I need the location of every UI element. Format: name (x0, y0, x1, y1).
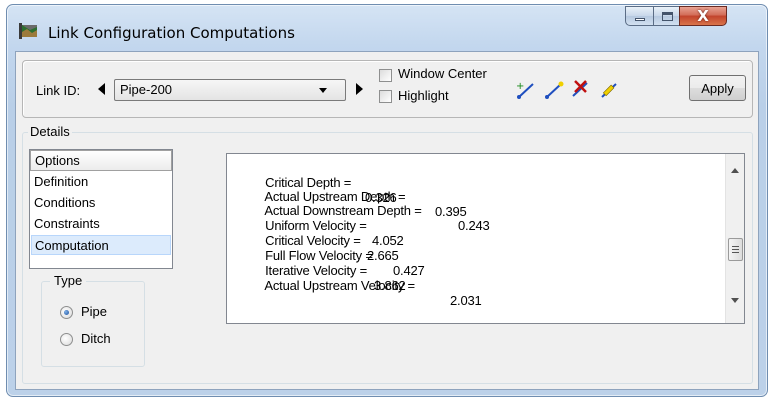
link-toolbar: Link ID: Pipe-200 Window Center Highligh… (22, 60, 753, 118)
previous-link-icon[interactable] (98, 83, 105, 95)
minimize-button[interactable] (625, 6, 654, 26)
details-group: Details Options Definition Conditions Co… (22, 124, 753, 384)
add-link-icon[interactable]: + (515, 79, 537, 101)
window-center-label: Window Center (398, 66, 487, 81)
select-link-icon[interactable] (543, 79, 565, 101)
svg-text:+: + (516, 81, 524, 92)
window-center-checkbox[interactable] (379, 69, 392, 82)
close-button[interactable]: X (679, 6, 727, 26)
result-line: Actual Upstream Velocity = 2.031 (231, 263, 481, 308)
title-bar[interactable]: Link Configuration Computations X (7, 5, 767, 51)
dialog-window: Link Configuration Computations X Link I… (6, 4, 768, 397)
link-id-label: Link ID: (36, 83, 81, 98)
ditch-radio[interactable] (60, 333, 73, 346)
scroll-up-icon[interactable] (731, 168, 739, 173)
highlight-checkbox[interactable] (379, 90, 392, 103)
computation-results-box[interactable]: Critical Depth = 0.326 Actual Upstream D… (226, 153, 745, 324)
minimize-icon (635, 18, 645, 21)
details-label: Details (28, 124, 72, 139)
list-item-definition[interactable]: Definition (31, 172, 171, 192)
chevron-down-icon (319, 88, 327, 93)
window-title: Link Configuration Computations (48, 24, 295, 42)
grip-line (732, 246, 739, 247)
list-item-conditions[interactable]: Conditions (31, 193, 171, 213)
result-value: 0.243 (458, 218, 490, 233)
type-group: Type Pipe Ditch (41, 273, 145, 367)
link-id-dropdown[interactable]: Pipe-200 (114, 79, 346, 101)
dialog-client-area: Link ID: Pipe-200 Window Center Highligh… (15, 51, 759, 390)
scroll-down-icon[interactable] (731, 298, 739, 303)
pipe-label: Pipe (81, 304, 108, 319)
options-list[interactable]: Options Definition Conditions Constraint… (29, 149, 173, 269)
grip-line (732, 249, 739, 250)
result-line: Full Flow Velocity = 0.427 (231, 233, 425, 278)
list-item-constraints[interactable]: Constraints (31, 214, 171, 234)
result-label: Actual Upstream Velocity = (264, 278, 415, 293)
list-item-computation[interactable]: Computation (31, 235, 171, 255)
result-line: Uniform Velocity = 4.052 (231, 203, 404, 248)
delete-link-icon[interactable] (569, 78, 591, 100)
apply-button[interactable]: Apply (689, 75, 746, 101)
scrollbar-thumb[interactable] (728, 238, 743, 261)
next-link-icon[interactable] (356, 83, 363, 95)
result-value: 2.031 (450, 293, 482, 308)
result-line: Actual Upstream Depth = 0.395 (231, 174, 466, 219)
vertical-scrollbar[interactable] (725, 154, 744, 323)
result-value: 0.395 (435, 204, 467, 219)
type-label: Type (50, 273, 87, 288)
ditch-label: Ditch (81, 331, 111, 346)
result-line: Critical Depth = 0.326 (231, 160, 397, 205)
close-icon: X (697, 7, 709, 25)
maximize-button[interactable] (653, 6, 680, 26)
edit-link-icon[interactable] (598, 79, 620, 101)
options-header[interactable]: Options (30, 150, 172, 171)
highlight-label: Highlight (398, 88, 449, 103)
result-line: Critical Velocity = 2.665 (231, 218, 399, 263)
app-icon (19, 23, 37, 39)
maximize-icon (662, 12, 673, 21)
link-id-value: Pipe-200 (120, 82, 173, 97)
result-line: Iterative Velocity = 3.862 (231, 248, 406, 293)
radio-selected-dot (64, 310, 69, 315)
result-value: 4.052 (372, 233, 404, 248)
result-line: Actual Downstream Depth = 0.243 (231, 188, 489, 233)
pipe-radio[interactable] (60, 306, 73, 319)
grip-line (732, 252, 739, 253)
